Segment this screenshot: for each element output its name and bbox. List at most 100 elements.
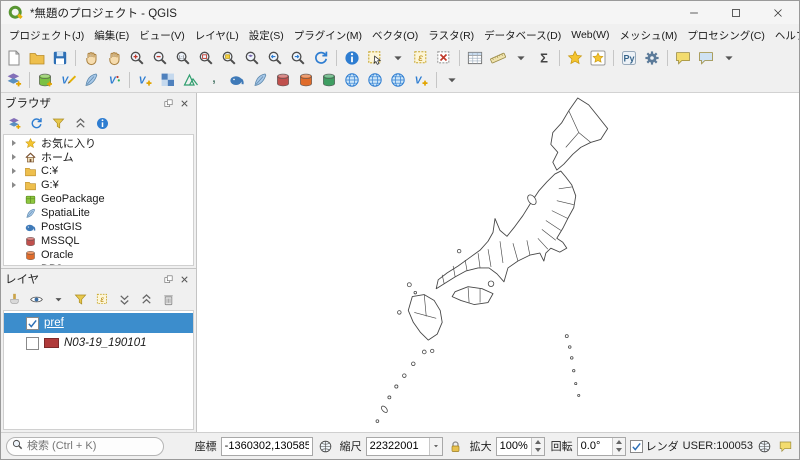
- browser-item-drive-c[interactable]: C:¥: [4, 164, 193, 178]
- open-attribute-table-button[interactable]: [464, 48, 486, 69]
- new-project-button[interactable]: [3, 48, 25, 69]
- add-wms-layer-button[interactable]: [341, 70, 363, 91]
- browser-properties-button[interactable]: [93, 114, 112, 132]
- toggle-extents-icon[interactable]: [317, 438, 334, 455]
- coordinate-input[interactable]: [221, 437, 313, 456]
- lock-scale-icon[interactable]: [447, 438, 464, 455]
- expand-arrow-icon[interactable]: [9, 182, 19, 188]
- rotation-spinbox[interactable]: [577, 437, 626, 456]
- text-annotation-button[interactable]: [672, 48, 694, 69]
- rotation-down-button[interactable]: [613, 446, 625, 455]
- layer-checkbox[interactable]: [26, 317, 39, 330]
- add-wcs-layer-button[interactable]: [364, 70, 386, 91]
- render-toggle[interactable]: レンダ: [630, 438, 679, 454]
- measure-menu-button[interactable]: [510, 48, 532, 69]
- add-raster-layer-button[interactable]: [157, 70, 179, 91]
- new-spatialite-button[interactable]: [80, 70, 102, 91]
- select-menu-button[interactable]: [387, 48, 409, 69]
- magnifier-spinbox[interactable]: [496, 437, 545, 456]
- layer-item-n03-19-190101[interactable]: N03-19_190101: [4, 333, 193, 353]
- add-postgis-layer-button[interactable]: [226, 70, 248, 91]
- add-mesh-layer-button[interactable]: [180, 70, 202, 91]
- collapse-all-layers-button[interactable]: [137, 290, 156, 308]
- zoom-full-extent-button[interactable]: [195, 48, 217, 69]
- render-checkbox[interactable]: [630, 440, 643, 453]
- browser-item-home[interactable]: ホーム: [4, 150, 193, 164]
- maximize-button[interactable]: [715, 1, 757, 24]
- menu-vector[interactable]: ベクタ(O): [367, 25, 423, 46]
- identify-features-button[interactable]: [341, 48, 363, 69]
- expand-all-layers-button[interactable]: [115, 290, 134, 308]
- menu-processing[interactable]: プロセシング(C): [682, 25, 770, 46]
- browser-float-button[interactable]: [160, 95, 176, 111]
- zoom-last-button[interactable]: [264, 48, 286, 69]
- filter-by-expression-button[interactable]: ε: [93, 290, 112, 308]
- menu-help[interactable]: ヘルプ(H): [770, 25, 799, 46]
- measure-line-button[interactable]: [487, 48, 509, 69]
- browser-item-db2[interactable]: DB2: [4, 262, 193, 266]
- expand-arrow-icon[interactable]: [9, 154, 19, 160]
- browser-item-favorites[interactable]: お気に入り: [4, 136, 193, 150]
- manage-map-themes-button[interactable]: [27, 290, 46, 308]
- menu-project[interactable]: プロジェクト(J): [4, 25, 89, 46]
- collapse-all-browser-button[interactable]: [71, 114, 90, 132]
- zoom-in-button[interactable]: [126, 48, 148, 69]
- menu-view[interactable]: ビュー(V): [134, 25, 190, 46]
- open-layer-styling-button[interactable]: [5, 290, 24, 308]
- open-data-source-manager-button[interactable]: [3, 70, 25, 91]
- scale-input[interactable]: [367, 438, 429, 455]
- menu-settings[interactable]: 設定(S): [244, 25, 289, 46]
- menu-raster[interactable]: ラスタ(R): [423, 25, 479, 46]
- add-mssql-layer-button[interactable]: [272, 70, 294, 91]
- browser-close-button[interactable]: [176, 95, 192, 111]
- new-geopackage-button[interactable]: [34, 70, 56, 91]
- processing-toolbox-button[interactable]: [641, 48, 663, 69]
- minimize-button[interactable]: [673, 1, 715, 24]
- statistical-summary-button[interactable]: Σ: [533, 48, 555, 69]
- add-oracle-layer-button[interactable]: [295, 70, 317, 91]
- messages-icon[interactable]: [777, 438, 794, 455]
- refresh-map-button[interactable]: [310, 48, 332, 69]
- map-tips-button[interactable]: [695, 48, 717, 69]
- select-features-button[interactable]: [364, 48, 386, 69]
- menu-layer[interactable]: レイヤ(L): [190, 25, 244, 46]
- zoom-next-button[interactable]: [287, 48, 309, 69]
- open-project-button[interactable]: [26, 48, 48, 69]
- browser-item-oracle[interactable]: Oracle: [4, 248, 193, 262]
- menu-plugins[interactable]: プラグイン(M): [289, 25, 367, 46]
- close-button[interactable]: [757, 1, 799, 24]
- browser-item-mssql[interactable]: MSSQL: [4, 234, 193, 248]
- zoom-out-button[interactable]: [149, 48, 171, 69]
- scale-combo[interactable]: [366, 437, 443, 456]
- deselect-all-button[interactable]: [433, 48, 455, 69]
- menu-database[interactable]: データベース(D): [479, 25, 566, 46]
- locator-search[interactable]: [6, 437, 164, 456]
- annotation-menu-button[interactable]: [718, 48, 740, 69]
- filter-legend-button[interactable]: [71, 290, 90, 308]
- rotation-input[interactable]: [578, 438, 612, 455]
- magnifier-down-button[interactable]: [532, 446, 544, 455]
- browser-item-geopackage[interactable]: GeoPackage: [4, 192, 193, 206]
- expand-arrow-icon[interactable]: [9, 168, 19, 174]
- new-virtual-layer-button[interactable]: V: [103, 70, 125, 91]
- layers-float-button[interactable]: [160, 271, 176, 287]
- add-vector-layer-button[interactable]: V: [134, 70, 156, 91]
- python-console-button[interactable]: Py: [618, 48, 640, 69]
- remove-layer-button[interactable]: [159, 290, 178, 308]
- browser-item-postgis[interactable]: PostGIS: [4, 220, 193, 234]
- add-wfs-layer-button[interactable]: [387, 70, 409, 91]
- add-virtual-layer-button[interactable]: V: [410, 70, 432, 91]
- search-input[interactable]: [27, 440, 159, 452]
- magnifier-up-button[interactable]: [532, 438, 544, 447]
- new-bookmark-button[interactable]: [564, 48, 586, 69]
- browser-item-drive-g[interactable]: G:¥: [4, 178, 193, 192]
- layers-close-button[interactable]: [176, 271, 192, 287]
- add-db2-layer-button[interactable]: [318, 70, 340, 91]
- magnifier-input[interactable]: [497, 438, 531, 455]
- theme-menu-button[interactable]: [49, 290, 68, 308]
- layer-item-pref[interactable]: pref: [4, 313, 193, 333]
- layer-checkbox[interactable]: [26, 337, 39, 350]
- zoom-to-selection-button[interactable]: [218, 48, 240, 69]
- menu-mesh[interactable]: メッシュ(M): [615, 25, 683, 46]
- add-spatialite-layer-button[interactable]: [249, 70, 271, 91]
